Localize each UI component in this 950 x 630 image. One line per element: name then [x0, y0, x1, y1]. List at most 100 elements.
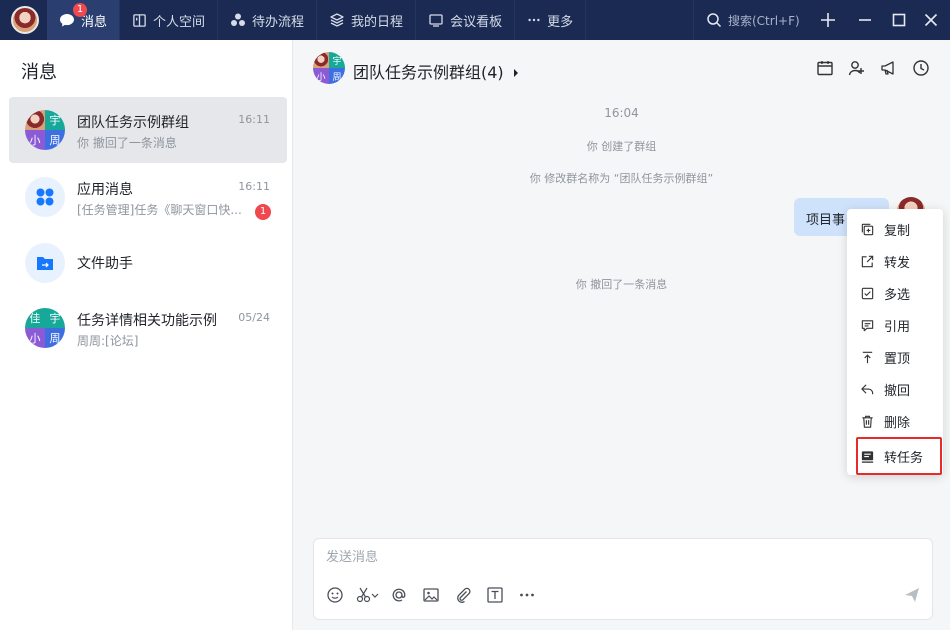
calendar-icon [817, 61, 833, 76]
menu-item-copy[interactable]: 复制 [847, 213, 943, 245]
add-button[interactable] [811, 0, 845, 40]
group-avatar-cell: 小 [313, 68, 329, 84]
conversation-preview: 周周:[论坛] [77, 334, 139, 348]
conversation-name: 任务详情相关功能示例 [77, 313, 217, 329]
message-timestamp: 16:04 [604, 106, 639, 120]
group-avatar: 佳 宇 小 周 [25, 308, 65, 348]
undo-icon [861, 383, 874, 394]
tab-personal-space-label: 个人空间 [153, 14, 206, 30]
chat-bubble-icon [60, 14, 74, 27]
minimize-icon [859, 19, 871, 21]
quote-icon [861, 319, 874, 331]
scissors-icon [356, 587, 379, 603]
screenshot-button[interactable] [356, 585, 380, 605]
chat-group-avatar[interactable]: 宇 小 周 [313, 52, 345, 84]
apps-grid-icon [36, 188, 54, 206]
emoji-button[interactable] [325, 585, 345, 605]
conversation-item-file-assistant[interactable]: 文件助手 [9, 230, 287, 296]
tab-messages[interactable]: 消息 1 [47, 0, 121, 40]
menu-item-delete[interactable]: 删除 [847, 405, 943, 437]
more-dots-icon [528, 18, 540, 22]
global-search[interactable]: 搜索(Ctrl+F) [693, 0, 811, 40]
announcement-button[interactable] [879, 58, 899, 78]
send-button[interactable] [902, 585, 922, 605]
tab-more[interactable]: 更多 [515, 0, 587, 40]
menu-item-forward[interactable]: 转发 [847, 245, 943, 277]
checkbox-icon [861, 287, 874, 299]
layers-icon [330, 13, 344, 27]
tab-more-label: 更多 [547, 14, 574, 30]
group-avatar-cell [25, 110, 45, 130]
menu-item-label: 复制 [884, 223, 911, 239]
folder-icon [37, 257, 53, 270]
add-member-button[interactable] [847, 58, 867, 78]
tab-meeting-board[interactable]: 会议看板 [416, 0, 516, 40]
conversation-sidebar: 消息 宇 小 周 团队任务示例群组 16:11 你 撤回了一条消息 应用消息 1… [0, 40, 293, 630]
menu-item-pin-top[interactable]: 置顶 [847, 341, 943, 373]
group-avatar-cell: 周 [45, 130, 65, 150]
close-button[interactable] [914, 0, 948, 40]
top-navigation-bar: 消息 1 个人空间 待办流程 我的日程 会议看板 更多 搜索(Ctrl+F) [0, 0, 950, 40]
image-icon [423, 588, 439, 602]
tab-personal-space[interactable]: 个人空间 [120, 0, 219, 40]
close-icon [924, 13, 938, 27]
menu-item-quote[interactable]: 引用 [847, 309, 943, 341]
search-placeholder: 搜索(Ctrl+F) [728, 13, 800, 28]
maximize-button[interactable] [882, 0, 916, 40]
conversation-time: 16:11 [238, 180, 270, 193]
menu-item-label: 删除 [884, 415, 911, 431]
attachment-button[interactable] [453, 585, 473, 605]
highlight-box [856, 437, 942, 475]
conversation-name: 应用消息 [77, 182, 133, 198]
text-format-button[interactable] [485, 585, 505, 605]
calendar-button[interactable] [815, 58, 835, 78]
tab-todo-flow[interactable]: 待办流程 [218, 0, 318, 40]
menu-item-label: 多选 [884, 287, 911, 303]
menu-item-label: 转发 [884, 255, 911, 271]
maximize-icon [892, 13, 906, 27]
text-format-icon [487, 587, 503, 603]
search-icon [707, 13, 722, 28]
app-messages-avatar [25, 177, 65, 217]
menu-item-label: 置顶 [884, 351, 911, 367]
minimize-button[interactable] [848, 0, 882, 40]
conversation-name: 文件助手 [77, 256, 133, 272]
user-avatar[interactable] [11, 6, 39, 34]
conversation-item-app-messages[interactable]: 应用消息 16:11 [任务管理]任务《聊天窗口快... 1 [9, 164, 287, 230]
workflow-icon [231, 13, 246, 26]
megaphone-icon [881, 61, 894, 75]
more-tools-button[interactable] [517, 585, 537, 605]
unread-badge: 1 [255, 204, 271, 220]
paperclip-icon [457, 587, 471, 603]
chat-header: 宇 小 周 团队任务示例群组(4) [293, 40, 950, 96]
group-avatar-cell: 宇 [45, 308, 65, 328]
tab-my-schedule[interactable]: 我的日程 [317, 0, 417, 40]
system-message: 你 创建了群组 [586, 140, 657, 153]
share-icon [861, 255, 874, 267]
message-composer [313, 538, 933, 620]
meeting-board-icon [429, 14, 443, 27]
menu-item-recall[interactable]: 撤回 [847, 373, 943, 405]
conversation-item-task-details-demo[interactable]: 佳 宇 小 周 任务详情相关功能示例 05/24 周周:[论坛] [9, 295, 287, 361]
menu-item-label: 引用 [884, 319, 911, 335]
group-avatar-cell: 小 [25, 328, 45, 348]
group-avatar: 宇 小 周 [25, 110, 65, 150]
conversation-time: 05/24 [238, 311, 270, 324]
pin-top-icon [862, 351, 873, 363]
chat-title[interactable]: 团队任务示例群组(4) [353, 59, 520, 83]
group-avatar-cell: 宇 [329, 52, 345, 68]
image-button[interactable] [421, 585, 441, 605]
book-icon [133, 13, 146, 27]
file-assistant-avatar [25, 243, 65, 283]
clock-icon [913, 60, 929, 76]
group-avatar-cell: 小 [25, 130, 45, 150]
history-button[interactable] [911, 58, 931, 78]
message-input[interactable] [326, 550, 886, 565]
mention-button[interactable] [389, 585, 409, 605]
conversation-item-team-task-group[interactable]: 宇 小 周 团队任务示例群组 16:11 你 撤回了一条消息 [9, 97, 287, 163]
menu-item-multi-select[interactable]: 多选 [847, 277, 943, 309]
system-message: 你 修改群名称为 “团队任务示例群组” [529, 172, 714, 185]
group-avatar-cell: 宇 [45, 110, 65, 130]
group-avatar-cell: 佳 [25, 308, 45, 328]
group-avatar-cell: 周 [329, 68, 345, 84]
